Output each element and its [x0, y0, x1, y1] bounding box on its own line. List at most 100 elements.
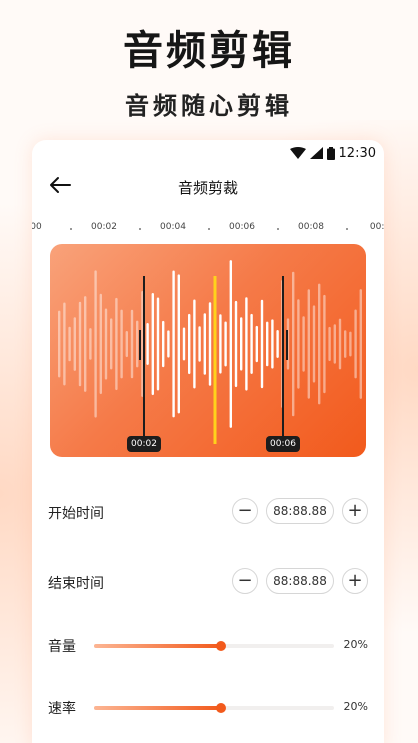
waveform-bar [84, 296, 87, 392]
timeline-tick-label: 00:02 [91, 222, 117, 232]
timeline-tick-dot [207, 228, 210, 230]
waveform-bar [136, 320, 139, 368]
timeline-tick-dot [138, 228, 141, 230]
timeline-tick-label: 00:06 [229, 222, 255, 232]
waveform-bar [292, 271, 295, 417]
waveform-bar [125, 331, 128, 358]
timeline-tick-label: 00:04 [160, 222, 186, 232]
speed-slider-thumb[interactable] [216, 703, 227, 713]
signal-icon [309, 147, 323, 159]
start-trim-handle-grip[interactable] [139, 330, 141, 360]
waveform-bar [255, 325, 258, 363]
volume-slider-fill [94, 644, 222, 648]
waveform-bar [94, 270, 97, 418]
waveform-bar [63, 302, 66, 386]
speed-slider[interactable] [94, 703, 334, 713]
waveform-bar [271, 319, 274, 369]
waveform-bar [250, 313, 253, 374]
end-time-input[interactable]: 88:88.88 [266, 568, 334, 594]
waveform-graphic [58, 260, 362, 444]
waveform-bar [78, 301, 82, 387]
waveform-bar [338, 318, 342, 370]
waveform-bar [120, 309, 123, 379]
waveform-bar [260, 299, 264, 389]
timeline-tick-label: 00 [32, 222, 42, 232]
waveform-bar [354, 309, 357, 379]
waveform-bar [344, 330, 347, 358]
end-trim-handle-grip[interactable] [286, 330, 288, 360]
promo-headline: 音频剪辑 [123, 28, 295, 74]
timeline-tick-label: 00:0 [369, 222, 384, 232]
waveform-bar [156, 297, 160, 391]
waveform-bar [58, 310, 61, 378]
wifi-icon [289, 147, 306, 159]
waveform-bar [219, 314, 222, 374]
waveform-bar [240, 317, 243, 371]
waveform-bar [104, 308, 108, 380]
waveform-editor[interactable]: 00:02 00:06 [50, 244, 366, 457]
page-title: 音频剪裁 [177, 179, 238, 197]
waveform-bar [224, 321, 227, 367]
timeline-ruler: 00 00:02 00:04 00:06 00:08 00:0 [32, 222, 384, 236]
waveform-bar [130, 309, 134, 379]
end-time-label: 结束时间 [48, 576, 104, 592]
waveform-bar [203, 313, 206, 375]
speed-value: 20% [343, 700, 368, 713]
timeline-tick-dot [70, 228, 72, 230]
start-time-minus-button[interactable]: − [232, 498, 258, 524]
volume-slider[interactable] [94, 641, 334, 651]
battery-icon [326, 146, 335, 160]
waveform-bar [328, 326, 331, 362]
waveform-bar [182, 327, 186, 361]
waveform-bar [266, 321, 269, 367]
start-handle-label[interactable]: 00:02 [127, 436, 161, 452]
waveform-bar [307, 289, 310, 399]
timeline-tick-dot [345, 228, 348, 230]
status-bar: 12:30 [289, 144, 376, 162]
start-time-label: 开始时间 [48, 506, 104, 522]
waveform-bar [359, 289, 362, 399]
volume-row: 音量 20% [32, 634, 384, 658]
waveform-bar [115, 297, 118, 391]
waveform-bar [177, 274, 180, 414]
speed-row: 速率 20% [32, 696, 384, 720]
speed-slider-fill [94, 706, 222, 710]
waveform-bar [151, 293, 154, 396]
waveform-bar [208, 302, 212, 386]
waveform-bar [89, 328, 92, 360]
end-time-plus-button[interactable]: + [342, 568, 368, 594]
waveform-bar [234, 300, 238, 388]
timeline-tick-dot [276, 228, 279, 230]
start-time-input[interactable]: 88:88.88 [266, 498, 334, 524]
waveform-bar [188, 313, 191, 375]
end-time-stepper: − 88:88.88 + [232, 568, 368, 594]
volume-value: 20% [343, 638, 368, 651]
start-time-plus-button[interactable]: + [342, 498, 368, 524]
waveform-bar [349, 331, 352, 357]
waveform-bar [167, 330, 170, 358]
waveform-bar [193, 299, 196, 389]
waveform-bar [198, 326, 201, 362]
waveform-bar [229, 260, 232, 428]
end-handle-label[interactable]: 00:06 [266, 436, 300, 452]
waveform-bar [110, 318, 113, 370]
waveform-bar [323, 294, 326, 394]
waveform-bar [68, 326, 71, 362]
waveform-bar [146, 323, 149, 365]
waveform-bar [302, 316, 305, 372]
volume-slider-thumb[interactable] [216, 641, 227, 651]
waveform-bar [312, 305, 316, 383]
waveform-bar [245, 297, 248, 391]
end-time-row: 结束时间 − 88:88.88 + [32, 568, 384, 598]
end-time-minus-button[interactable]: − [232, 568, 258, 594]
start-time-stepper: − 88:88.88 + [232, 498, 368, 524]
waveform-bar [172, 270, 175, 418]
promo-subline: 音频随心剪辑 [125, 92, 293, 120]
nav-bar: 音频剪裁 [32, 174, 384, 200]
phone-screen: 12:30 音频剪裁 00 00:02 00:04 00:06 00:08 00:0 00… [32, 140, 384, 743]
speed-label: 速率 [48, 701, 76, 717]
timeline-tick-label: 00:08 [298, 222, 324, 232]
waveform-bar [333, 324, 336, 364]
waveform-bar [162, 320, 165, 368]
status-time: 12:30 [338, 145, 376, 161]
